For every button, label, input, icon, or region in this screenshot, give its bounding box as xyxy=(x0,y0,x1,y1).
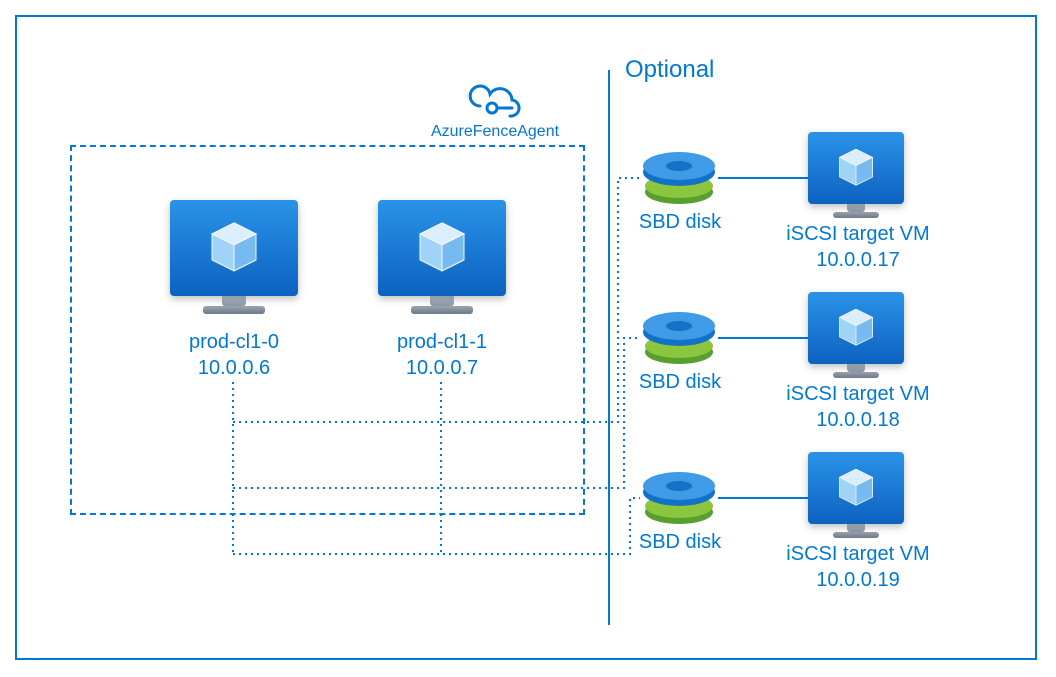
diagram-stage: AzureFenceAgent Optional prod-cl1-0 10.0… xyxy=(0,0,1056,677)
cluster-node-1-name: prod-cl1-1 xyxy=(358,330,526,354)
iscsi-vm-1-icon xyxy=(808,132,904,218)
iscsi-vm-3-ip: 10.0.0.19 xyxy=(778,568,938,592)
iscsi-vm-3-icon xyxy=(808,452,904,538)
cluster-node-0-ip: 10.0.0.6 xyxy=(150,356,318,380)
optional-divider xyxy=(608,70,610,625)
cluster-node-1-ip: 10.0.0.7 xyxy=(358,356,526,380)
cluster-node-0-icon xyxy=(170,200,298,314)
iscsi-vm-1-name: iSCSI target VM xyxy=(778,222,938,246)
azure-fence-agent-icon xyxy=(462,78,522,125)
sbd-disk-1-label: SBD disk xyxy=(632,210,728,234)
cube-icon xyxy=(414,219,470,275)
iscsi-vm-3-name: iSCSI target VM xyxy=(778,542,938,566)
sbd-disk-2-label: SBD disk xyxy=(632,370,728,394)
iscsi-vm-2-name: iSCSI target VM xyxy=(778,382,938,406)
cluster-node-0-name: prod-cl1-0 xyxy=(150,330,318,354)
cube-icon xyxy=(835,466,877,508)
iscsi-vm-2-ip: 10.0.0.18 xyxy=(778,408,938,432)
azure-fence-agent-label: AzureFenceAgent xyxy=(430,122,560,141)
cube-icon xyxy=(835,146,877,188)
optional-label: Optional xyxy=(625,56,714,85)
sbd-disk-3-label: SBD disk xyxy=(632,530,728,554)
sbd-disk-2-icon xyxy=(640,308,718,373)
sbd-disk-1-icon xyxy=(640,148,718,213)
iscsi-vm-2-icon xyxy=(808,292,904,378)
iscsi-vm-1-ip: 10.0.0.17 xyxy=(778,248,938,272)
cluster-node-1-icon xyxy=(378,200,506,314)
cube-icon xyxy=(835,306,877,348)
sbd-disk-3-icon xyxy=(640,468,718,533)
cube-icon xyxy=(206,219,262,275)
